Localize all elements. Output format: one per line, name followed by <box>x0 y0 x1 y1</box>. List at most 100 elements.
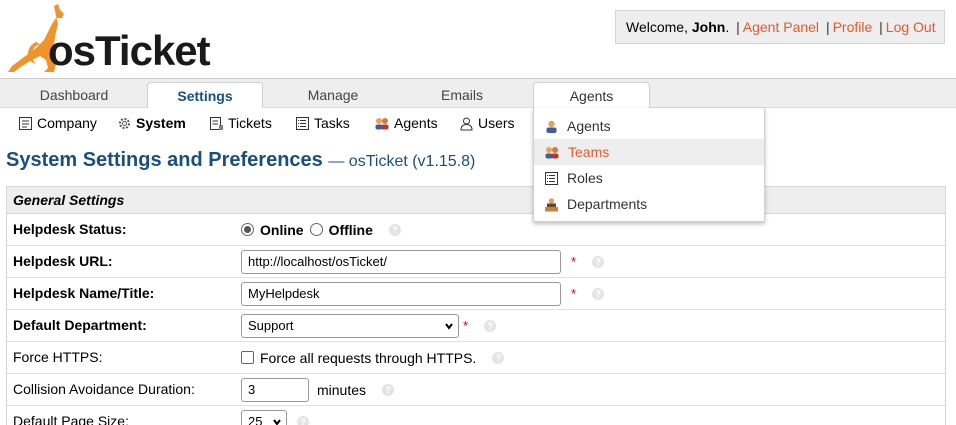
page-title: System Settings and Preferences — osTick… <box>6 149 475 172</box>
roles-icon <box>545 172 558 185</box>
helpdesk-name-input[interactable]: MyHelpdesk <box>241 281 561 306</box>
separator: | <box>879 19 883 35</box>
subnav-label: Agents <box>394 115 438 131</box>
settings-table: General Settings Helpdesk Status: Online… <box>6 186 946 425</box>
separator: | <box>736 19 740 35</box>
chevron-down-icon <box>273 418 281 425</box>
users-icon <box>460 117 473 131</box>
tab-dashboard[interactable]: Dashboard <box>0 82 148 109</box>
user-name: John <box>691 19 726 35</box>
helpdesk-url-input[interactable]: http://localhost/osTicket/ <box>241 249 561 274</box>
setting-row-force-https: Force HTTPS: Force all requests through … <box>7 342 945 374</box>
page-title-text: System Settings and Preferences <box>6 149 323 171</box>
default-department-field: Support * ? <box>241 310 497 341</box>
radio-offline-label: Offline <box>328 221 373 238</box>
dropdown-item-agents[interactable]: Agents <box>534 113 764 139</box>
collision-duration-input[interactable]: 3 <box>241 377 309 402</box>
help-icon[interactable]: ? <box>492 351 505 364</box>
dropdown-item-departments[interactable]: Departments <box>534 191 764 217</box>
setting-label: Helpdesk Status: <box>13 221 127 237</box>
subnav-item-system[interactable]: System <box>117 114 186 134</box>
sub-nav: Company System Tickets Tasks Agents User… <box>0 108 956 138</box>
page-size-select[interactable]: 25 <box>241 409 287 425</box>
required-marker: * <box>463 318 469 333</box>
setting-row-collision: Collision Avoidance Duration: 3 minutes … <box>7 374 945 406</box>
select-value: Support <box>248 317 294 333</box>
ticket-icon <box>210 117 223 130</box>
dropdown-label: Roles <box>567 170 603 186</box>
dropdown-label: Teams <box>568 144 610 160</box>
page-subtitle: — osTicket (v1.15.8) <box>328 153 476 170</box>
subnav-item-company[interactable]: Company <box>18 114 97 134</box>
required-marker: * <box>571 254 577 269</box>
help-icon[interactable]: ? <box>592 255 605 268</box>
company-icon <box>19 117 32 130</box>
required-marker: * <box>571 286 577 301</box>
welcome-prefix: Welcome, <box>626 19 692 35</box>
gear-icon <box>119 118 130 129</box>
setting-row-page-size: Default Page Size: 25 ? <box>7 406 945 425</box>
subnav-item-tasks[interactable]: Tasks <box>295 114 350 134</box>
profile-link[interactable]: Profile <box>833 19 873 35</box>
dropdown-item-teams[interactable]: Teams <box>534 139 764 165</box>
setting-label: Force HTTPS: <box>13 349 103 365</box>
page-size-field: 25 ? <box>241 406 309 425</box>
agents-icon <box>375 118 389 130</box>
help-icon[interactable]: ? <box>592 287 605 300</box>
subnav-label: Users <box>478 115 515 131</box>
dropdown-label: Agents <box>567 118 611 134</box>
subnav-label: Company <box>37 115 97 131</box>
departments-icon <box>545 198 558 212</box>
default-department-select[interactable]: Support <box>241 313 459 338</box>
help-icon[interactable]: ? <box>388 223 401 236</box>
welcome-suffix: . <box>725 19 730 35</box>
welcome-box: Welcome, John. | Agent Panel | Profile | Lo… <box>615 10 945 44</box>
chevron-down-icon <box>445 322 453 330</box>
osticket-logo[interactable]: osTicket <box>6 2 211 74</box>
tasks-icon <box>296 117 309 130</box>
dropdown-label: Departments <box>567 196 648 212</box>
help-icon[interactable]: ? <box>297 415 309 425</box>
setting-label: Default Page Size: <box>13 413 129 425</box>
radio-offline[interactable] <box>309 223 323 236</box>
logo-text: osTicket <box>48 27 211 74</box>
setting-label: Collision Avoidance Duration: <box>13 381 195 397</box>
radio-online[interactable] <box>241 223 254 236</box>
helpdesk-url-field: http://localhost/osTicket/ * ? <box>241 246 605 277</box>
header: osTicket Welcome, John. | Agent Panel | Pr… <box>0 0 956 78</box>
force-https-field: Force all requests through HTTPS. ? <box>241 342 505 373</box>
tab-settings[interactable]: Settings <box>147 82 263 110</box>
tab-manage[interactable]: Manage <box>275 82 391 109</box>
agent-panel-link[interactable]: Agent Panel <box>743 19 819 35</box>
collision-unit: minutes <box>317 381 367 398</box>
force-https-checkbox[interactable] <box>241 351 254 364</box>
separator: | <box>825 19 830 35</box>
teams-icon <box>545 147 559 159</box>
radio-online-label: Online <box>260 221 304 238</box>
tab-agents[interactable]: Agents <box>533 82 650 110</box>
select-value: 25 <box>248 413 263 425</box>
subnav-item-tickets[interactable]: Tickets <box>209 114 272 134</box>
setting-row-helpdesk-url: Helpdesk URL: http://localhost/osTicket/… <box>7 246 945 278</box>
setting-row-default-department: Default Department: Support * ? <box>7 310 945 342</box>
agents-dropdown-menu: Agents Teams Roles Departments <box>533 108 765 222</box>
agent-icon <box>546 120 557 133</box>
main-nav: Dashboard Settings Manage Emails Agents <box>0 78 956 110</box>
helpdesk-status-field: Online Offline ? <box>241 214 401 245</box>
help-icon[interactable]: ? <box>382 383 395 396</box>
subnav-item-agents[interactable]: Agents <box>374 114 438 134</box>
setting-row-helpdesk-name: Helpdesk Name/Title: MyHelpdesk * ? <box>7 278 945 310</box>
section-header: General Settings <box>7 187 945 214</box>
subnav-item-users[interactable]: Users <box>459 114 515 134</box>
subnav-label: Tickets <box>228 115 272 131</box>
collision-field: 3 minutes ? <box>241 374 395 405</box>
tab-emails[interactable]: Emails <box>404 82 520 109</box>
setting-row-helpdesk-status: Helpdesk Status: Online Offline ? <box>7 214 945 246</box>
dropdown-item-roles[interactable]: Roles <box>534 165 764 191</box>
force-https-checkbox-label: Force all requests through HTTPS. <box>260 349 477 366</box>
help-icon[interactable]: ? <box>484 319 497 332</box>
logout-link[interactable]: Log Out <box>886 19 936 35</box>
setting-label: Helpdesk URL: <box>13 253 113 269</box>
subnav-label: Tasks <box>314 115 350 131</box>
setting-label: Default Department: <box>13 317 147 333</box>
